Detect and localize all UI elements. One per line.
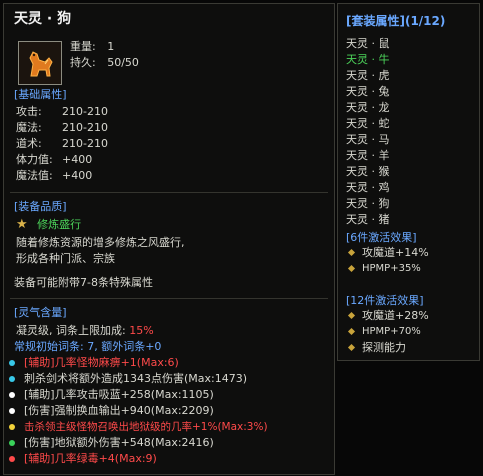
set-header: [套装属性](1/12)	[346, 14, 446, 28]
divider	[10, 298, 328, 299]
set-member: 天灵 · 兔	[346, 85, 390, 98]
bullet-dot	[9, 376, 15, 382]
quality-name: 修炼盛行	[37, 218, 82, 231]
quality-note: 装备可能附带7-8条特殊属性	[14, 276, 153, 289]
bullet-dot	[9, 408, 15, 414]
set-member: 天灵 · 狗	[346, 197, 390, 210]
attr-label: 体力值:	[16, 153, 53, 166]
attr-row-mp: 魔法值: +400	[16, 169, 92, 183]
set-member: 天灵 · 猪	[346, 213, 390, 226]
affix-entry: [伤害]地狱额外伤害+548(Max:2416)	[4, 436, 334, 452]
attr-row-hp: 体力值: +400	[16, 153, 92, 167]
set-member: 天灵 · 猴	[346, 165, 390, 178]
diamond-bullet-icon	[347, 248, 356, 257]
attr-label: 魔法:	[16, 121, 42, 134]
bullet-dot	[9, 456, 15, 462]
affix-entry: [辅助]几率攻击吸蓝+258(Max:1105)	[4, 388, 334, 404]
spirit-header: [灵气含量]	[14, 306, 67, 319]
spirit-line1-text: 凝灵级, 词条上限加成:	[16, 324, 130, 337]
attr-label: 道术:	[16, 137, 42, 150]
set-member-active: 天灵 · 牛	[346, 53, 390, 66]
set-member: 天灵 · 虎	[346, 69, 390, 82]
attr-row-attack: 攻击: 210-210	[16, 105, 108, 119]
affix-text: [辅助]几率怪物麻痹+1(Max:6)	[24, 356, 179, 369]
bonus6-effect: HPMP+35%	[362, 263, 421, 274]
set-member: 天灵 · 马	[346, 133, 390, 146]
divider	[10, 192, 328, 193]
attr-value: +400	[62, 169, 93, 182]
attr-value: 210-210	[62, 105, 108, 118]
bonus6-effect: 攻魔道+14%	[362, 246, 429, 259]
attr-row-magic: 魔法: 210-210	[16, 121, 108, 135]
bonus12-header: [12件激活效果]	[346, 294, 424, 307]
set-member: 天灵 · 鸡	[346, 181, 390, 194]
weight-label: 重量:	[70, 40, 96, 53]
quality-name-row: ★ 修炼盛行	[16, 218, 81, 232]
diamond-bullet-icon	[347, 311, 356, 320]
attr-row-tao: 道术: 210-210	[16, 137, 108, 151]
affix-text: 刺杀剑术将额外造成1343点伤害(Max:1473)	[24, 372, 248, 385]
item-icon-box	[18, 41, 62, 85]
durability-label: 持久:	[70, 56, 96, 69]
bullet-dot	[9, 424, 15, 430]
spirit-line1-value: 15%	[129, 324, 154, 337]
bonus12-effect: 攻魔道+28%	[362, 309, 429, 322]
weight-value: 1	[107, 40, 115, 53]
diamond-bullet-icon	[347, 327, 356, 336]
diamond-bullet-icon	[347, 264, 356, 273]
quality-desc-2: 形成各种门派、宗族	[16, 252, 115, 265]
diamond-bullet-icon	[347, 343, 356, 352]
affix-entry: [伤害]强制换血输出+940(Max:2209)	[4, 404, 334, 420]
attr-label: 魔法值:	[16, 169, 53, 182]
affix-entry: 击杀领主级怪物召唤出地狱级的几率+1%(Max:3%)	[4, 420, 334, 436]
durability-row: 持久: 50/50	[70, 56, 139, 70]
bullet-dot	[9, 360, 15, 366]
affix-entry: 刺杀剑术将额外造成1343点伤害(Max:1473)	[4, 372, 334, 388]
bonus12-effect: HPMP+70%	[362, 326, 421, 337]
spirit-line-1: 凝灵级, 词条上限加成: 15%	[16, 324, 154, 338]
base-attrs-header: [基础属性]	[14, 88, 67, 101]
set-member: 天灵 · 鼠	[346, 37, 390, 50]
spirit-line-2: 常规初始词条: 7, 额外词条+0	[14, 340, 162, 353]
attr-value: 210-210	[62, 121, 108, 134]
item-name: 天灵 · 狗	[14, 11, 72, 27]
bullet-dot	[9, 392, 15, 398]
affix-entry: [辅助]几率怪物麻痹+1(Max:6)	[4, 356, 334, 372]
affix-text: [伤害]地狱额外伤害+548(Max:2416)	[24, 436, 214, 449]
dog-icon	[19, 42, 61, 84]
bullet-dot	[9, 440, 15, 446]
attr-value: +400	[62, 153, 93, 166]
item-tooltip-panel: 天灵 · 狗 重量: 1 持久: 50/50 [基础属性] 攻击: 210-210…	[3, 3, 335, 475]
set-member: 天灵 · 羊	[346, 149, 390, 162]
attr-value: 210-210	[62, 137, 108, 150]
attr-label: 攻击:	[16, 105, 42, 118]
affix-text: [辅助]几率绿毒+4(Max:9)	[24, 452, 157, 465]
affix-text: [伤害]强制换血输出+940(Max:2209)	[24, 404, 214, 417]
weight-row: 重量: 1	[70, 40, 114, 54]
set-member: 天灵 · 龙	[346, 101, 390, 114]
bonus12-effect: 探测能力	[362, 341, 406, 354]
affix-entry: [辅助]几率绿毒+4(Max:9)	[4, 452, 334, 468]
bonus6-header: [6件激活效果]	[346, 231, 417, 244]
quality-desc-1: 随着修炼资源的增多修炼之风盛行,	[16, 236, 185, 249]
quality-header: [装备品质]	[14, 200, 67, 213]
durability-value: 50/50	[107, 56, 139, 69]
set-bonus-panel: [套装属性](1/12) 天灵 · 鼠 天灵 · 牛 天灵 · 虎 天灵 · 兔…	[337, 3, 480, 361]
set-member: 天灵 · 蛇	[346, 117, 390, 130]
affix-text: [辅助]几率攻击吸蓝+258(Max:1105)	[24, 388, 214, 401]
affix-text: 击杀领主级怪物召唤出地狱级的几率+1%(Max:3%)	[24, 421, 268, 433]
star-icon: ★	[16, 217, 28, 232]
